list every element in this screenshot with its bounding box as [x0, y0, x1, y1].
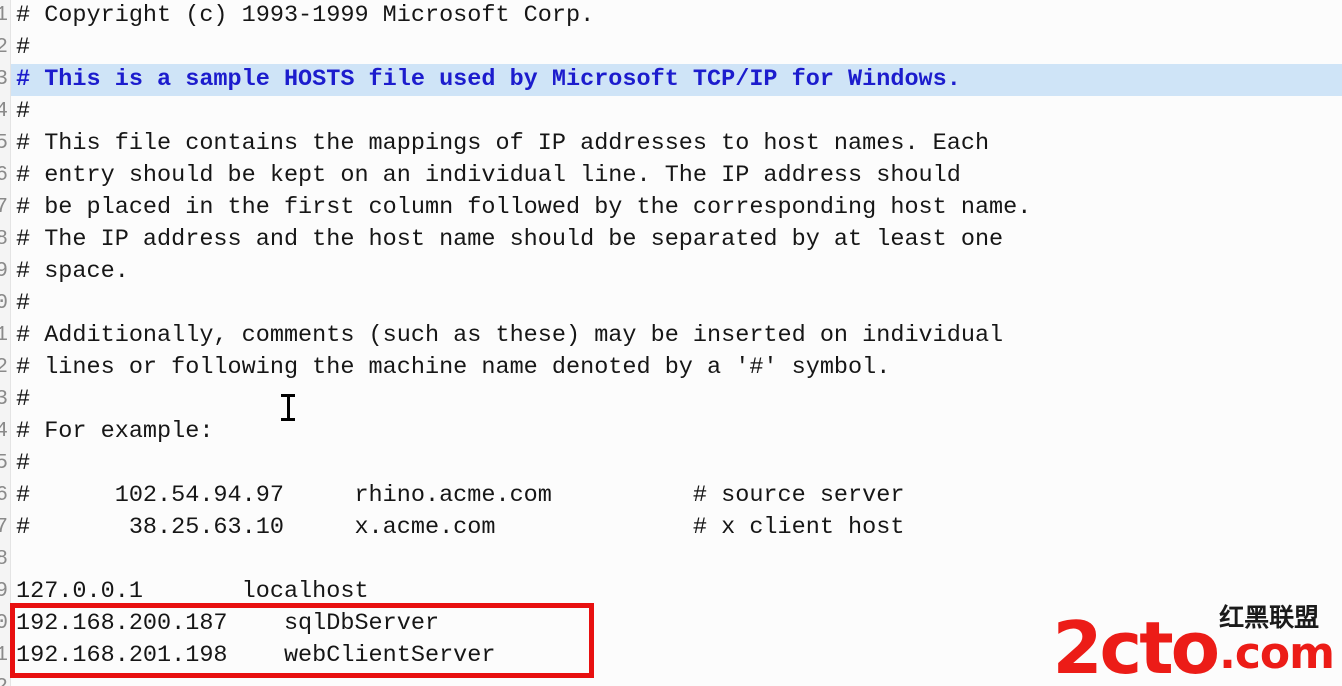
code-line[interactable]: 127.0.0.1 localhost — [0, 576, 1342, 608]
code-line[interactable]: # — [0, 448, 1342, 480]
line-number: 2 — [0, 32, 8, 64]
code-line[interactable]: # — [0, 288, 1342, 320]
line-number: 22 — [0, 672, 8, 686]
line-number: 4 — [0, 96, 8, 128]
line-number: 20 — [0, 608, 8, 640]
code-line[interactable]: # The IP address and the host name shoul… — [0, 224, 1342, 256]
code-line[interactable]: # 102.54.94.97 rhino.acme.com # source s… — [0, 480, 1342, 512]
line-number: 6 — [0, 160, 8, 192]
line-number: 9 — [0, 256, 8, 288]
watermark-right-group: 红黑联盟 .com — [1219, 603, 1335, 679]
code-line[interactable]: # space. — [0, 256, 1342, 288]
line-number: 16 — [0, 480, 8, 512]
i-beam-stem — [287, 395, 290, 419]
code-text-area[interactable]: # Copyright (c) 1993-1999 Microsoft Corp… — [0, 0, 1342, 686]
code-line[interactable]: # Additionally, comments (such as these)… — [0, 320, 1342, 352]
line-number: 21 — [0, 640, 8, 672]
watermark-chinese-text: 红黑联盟 — [1219, 603, 1320, 632]
line-number: 17 — [0, 512, 8, 544]
code-line[interactable] — [0, 544, 1342, 576]
code-line[interactable]: # be placed in the first column followed… — [0, 192, 1342, 224]
line-number: 14 — [0, 416, 8, 448]
code-line[interactable]: # This file contains the mappings of IP … — [0, 128, 1342, 160]
watermark-brand: 2cto — [1052, 605, 1220, 686]
line-number: 10 — [0, 288, 8, 320]
watermark-logo: 2cto 红黑联盟 .com — [1052, 603, 1335, 686]
code-line[interactable]: # — [0, 384, 1342, 416]
line-number: 11 — [0, 320, 8, 352]
code-line[interactable]: # For example: — [0, 416, 1342, 448]
line-number: 12 — [0, 352, 8, 384]
code-line[interactable]: # 38.25.63.10 x.acme.com # x client host — [0, 512, 1342, 544]
line-number: 5 — [0, 128, 8, 160]
line-number-gutter: 12345678910111213141516171819202122 — [0, 0, 11, 686]
line-number: 19 — [0, 576, 8, 608]
code-line[interactable]: # Copyright (c) 1993-1999 Microsoft Corp… — [0, 0, 1342, 32]
i-beam-bottom-cap — [281, 418, 295, 421]
line-number: 18 — [0, 544, 8, 576]
line-number: 8 — [0, 224, 8, 256]
line-number: 15 — [0, 448, 8, 480]
i-beam-cursor-icon — [281, 392, 295, 422]
line-number: 1 — [0, 0, 8, 32]
line-number: 7 — [0, 192, 8, 224]
line-number: 3 — [0, 64, 8, 96]
watermark-tld: .com — [1219, 628, 1335, 679]
code-line[interactable]: # entry should be kept on an individual … — [0, 160, 1342, 192]
code-line[interactable]: # — [0, 96, 1342, 128]
text-editor-window[interactable]: 12345678910111213141516171819202122 # Co… — [0, 0, 1342, 686]
code-line[interactable]: # — [0, 32, 1342, 64]
line-number: 13 — [0, 384, 8, 416]
code-line-highlighted[interactable]: # This is a sample HOSTS file used by Mi… — [0, 64, 1342, 96]
code-line[interactable]: # lines or following the machine name de… — [0, 352, 1342, 384]
